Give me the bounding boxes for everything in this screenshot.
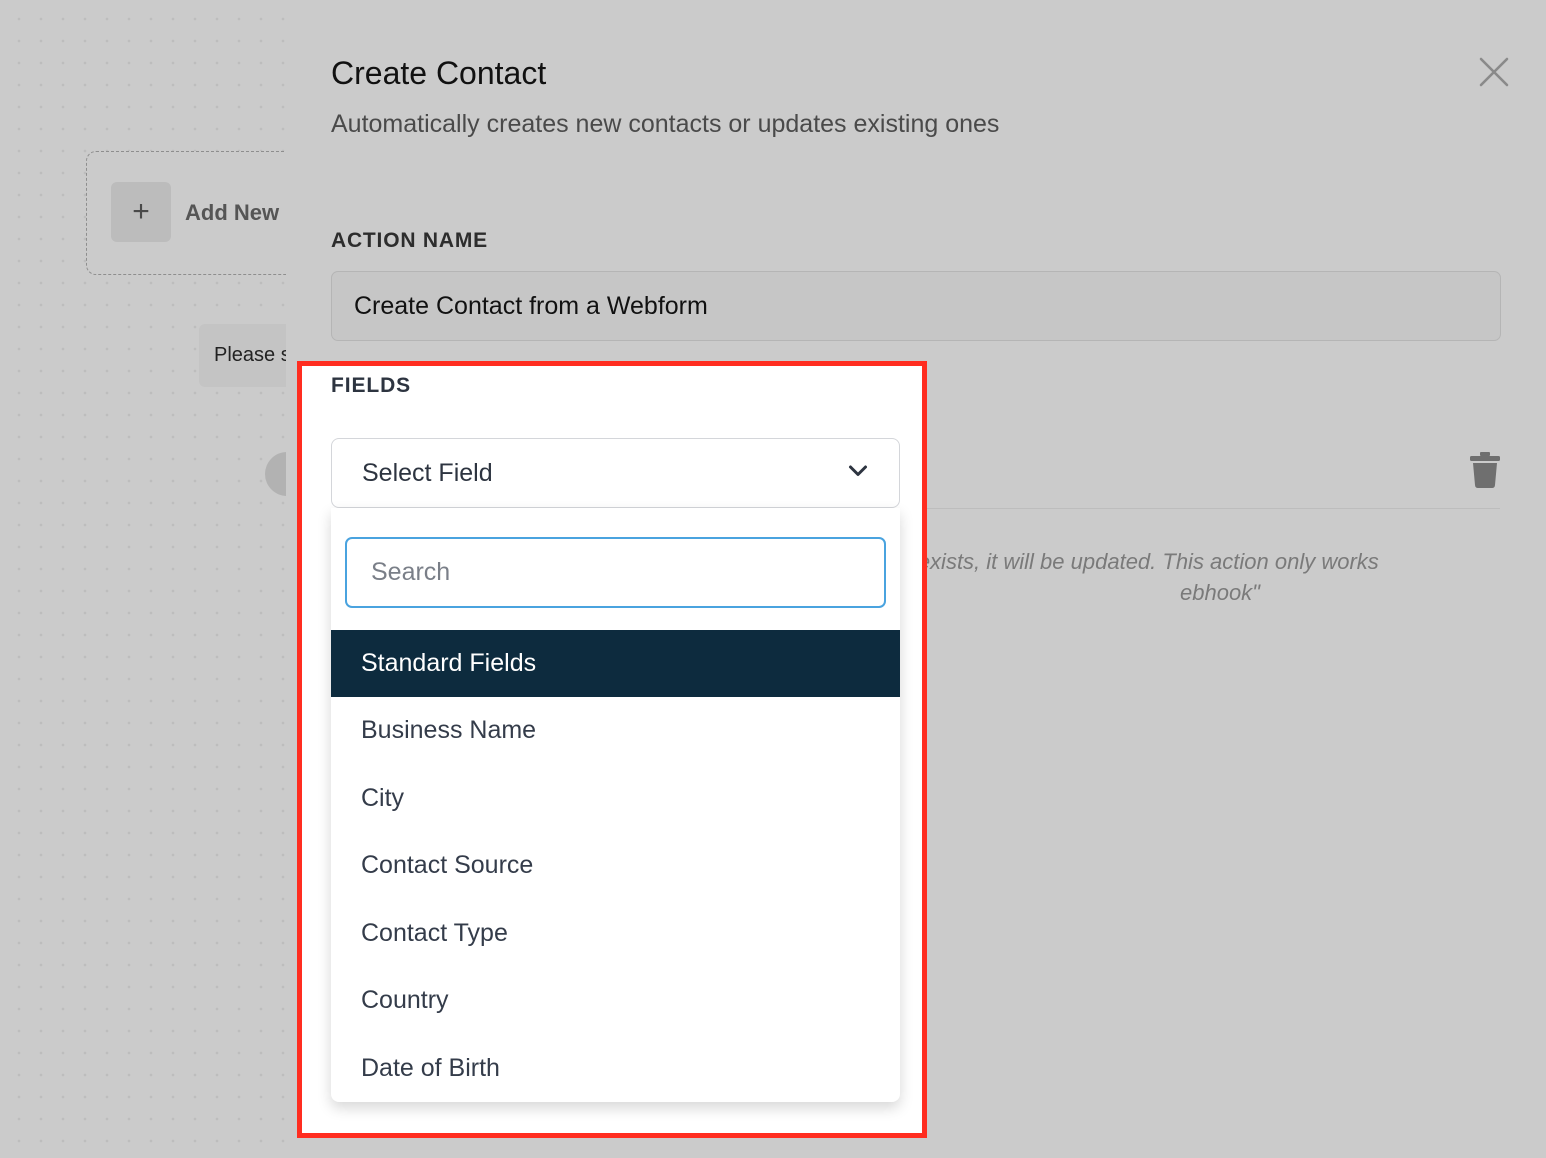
- panel-subtitle: Automatically creates new contacts or up…: [331, 110, 1000, 138]
- add-new-label: Add New: [185, 200, 280, 225]
- option-country[interactable]: Country: [331, 967, 900, 1034]
- search-input[interactable]: [345, 537, 886, 608]
- chevron-down-icon: [849, 465, 867, 476]
- action-name-label: ACTION NAME: [331, 229, 488, 252]
- trash-icon[interactable]: [1470, 452, 1500, 488]
- close-icon[interactable]: [1478, 56, 1510, 88]
- select-field-value: Select Field: [362, 459, 493, 487]
- canvas-tooltip: Please s: [199, 324, 286, 387]
- plus-icon[interactable]: +: [111, 182, 171, 242]
- select-field-dropdown[interactable]: Select Field: [331, 438, 900, 508]
- canvas-node-handle[interactable]: [265, 452, 286, 496]
- option-group-standard-fields[interactable]: Standard Fields: [331, 630, 900, 697]
- workflow-canvas: + Add New Please s: [0, 0, 286, 1158]
- option-business-name[interactable]: Business Name: [331, 697, 900, 764]
- help-text-line-2: ebhook": [1180, 580, 1260, 605]
- option-date-of-birth[interactable]: Date of Birth: [331, 1035, 900, 1102]
- option-contact-source[interactable]: Contact Source: [331, 832, 900, 899]
- panel-title: Create Contact: [331, 55, 547, 91]
- action-name-input[interactable]: [331, 271, 1501, 341]
- add-new-card[interactable]: + Add New: [86, 151, 286, 275]
- help-text: eady exists, it will be updated. This ac…: [864, 546, 1504, 608]
- help-text-line-1: eady exists, it will be updated. This ac…: [864, 549, 1379, 574]
- field-row-divider: [900, 508, 1500, 509]
- select-field-menu: Standard Fields Business Name City Conta…: [331, 508, 900, 1102]
- fields-label: FIELDS: [331, 374, 412, 397]
- canvas-tooltip-text: Please s: [214, 344, 286, 366]
- option-city[interactable]: City: [331, 765, 900, 832]
- option-contact-type[interactable]: Contact Type: [331, 900, 900, 967]
